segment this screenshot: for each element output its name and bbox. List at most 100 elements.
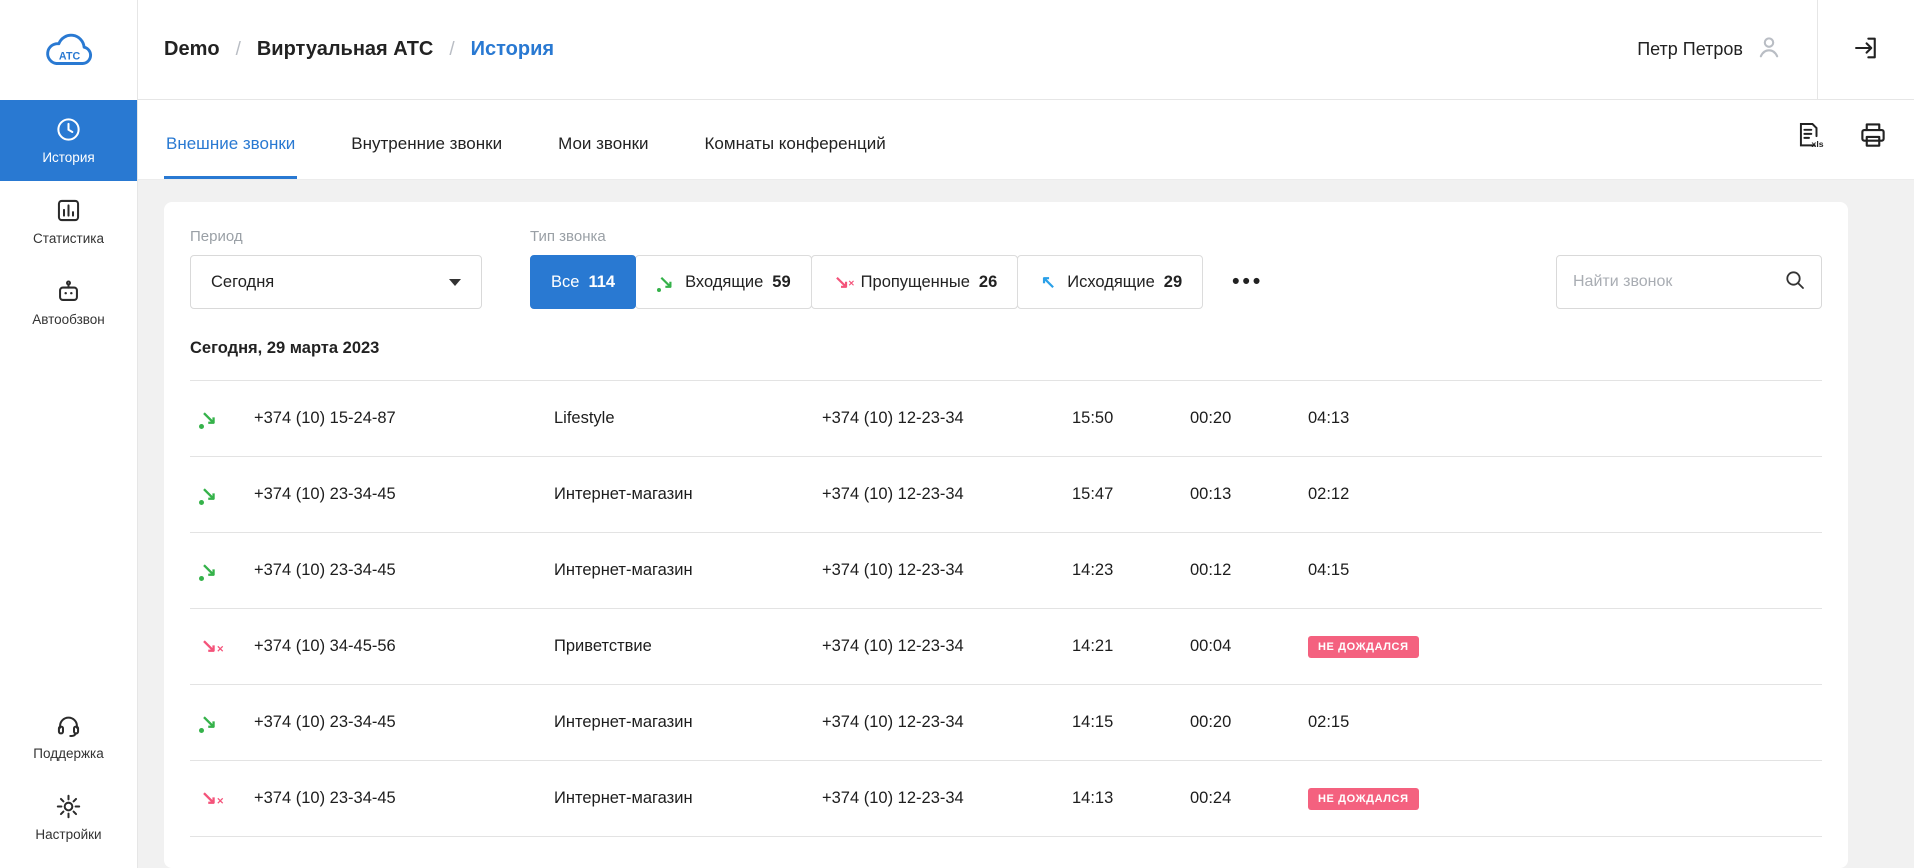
- callee-number: +374 (10) 12-23-34: [822, 637, 964, 655]
- sidebar-item-history[interactable]: История: [0, 100, 137, 181]
- call-row[interactable]: +374 (10) 15-24-87 Lifestyle +374 (10) 12-…: [190, 381, 1822, 457]
- breadcrumb-item-vats[interactable]: Виртуальная АТС: [257, 38, 434, 61]
- tab-conference-rooms[interactable]: Комнаты конференций: [703, 100, 888, 179]
- call-row[interactable]: +374 (10) 23-34-45 Интернет-магазин +374 (…: [190, 761, 1822, 837]
- callee-number: +374 (10) 12-23-34: [822, 713, 964, 731]
- call-row[interactable]: +374 (10) 23-34-45 Интернет-магазин +374 (…: [190, 685, 1822, 761]
- chevron-down-icon: [449, 278, 461, 286]
- date-group-header: Сегодня, 29 марта 2023: [190, 339, 380, 357]
- caller-number: +374 (10) 23-34-45: [254, 561, 396, 579]
- tab-internal-calls[interactable]: Внутренние звонки: [349, 100, 504, 179]
- destination-name: Интернет-магазин: [554, 561, 693, 579]
- filter-count: 114: [588, 272, 616, 291]
- sidebar-item-statistics[interactable]: Статистика: [0, 181, 137, 262]
- calls-table: +374 (10) 15-24-87 Lifestyle +374 (10) 12-…: [190, 380, 1822, 837]
- call-time: 14:13: [1072, 789, 1114, 807]
- caller-number: +374 (10) 23-34-45: [254, 789, 396, 807]
- wait-time: 00:20: [1190, 409, 1232, 427]
- callee-number: +374 (10) 12-23-34: [822, 561, 964, 579]
- export-xls-button[interactable]: xls: [1794, 120, 1824, 153]
- cloud-logo-icon: АТС: [38, 25, 100, 76]
- period-select[interactable]: Сегодня: [190, 255, 482, 309]
- user-avatar-icon: [1755, 33, 1783, 66]
- breadcrumb-item-demo[interactable]: Demo: [164, 38, 220, 61]
- call-direction-icon: [198, 408, 220, 430]
- missed-call-icon: [832, 272, 855, 294]
- user-menu[interactable]: Петр Петров: [1637, 33, 1817, 66]
- call-row[interactable]: +374 (10) 23-34-45 Интернет-магазин +374 (…: [190, 533, 1822, 609]
- search-input[interactable]: [1573, 273, 1783, 291]
- filter-label: Исходящие: [1067, 272, 1155, 291]
- call-row[interactable]: +374 (10) 23-34-45 Интернет-магазин +374 (…: [190, 457, 1822, 533]
- printer-icon: [1858, 120, 1888, 153]
- wait-time: 00:24: [1190, 789, 1232, 807]
- user-name: Петр Петров: [1637, 39, 1743, 59]
- logout-icon: [1852, 34, 1880, 65]
- call-type-buttons: Все 114 Входящие 59 Пропущенные 26 Исходящи…: [530, 255, 1267, 309]
- filter-label: Входящие: [685, 272, 764, 291]
- sidebar-item-label: Статистика: [33, 231, 104, 246]
- wait-time: 00:12: [1190, 561, 1232, 579]
- sidebar-item-settings[interactable]: Настройки: [0, 777, 137, 858]
- sidebar-item-label: Поддержка: [33, 746, 104, 761]
- sidebar-item-autodial[interactable]: Автообзвон: [0, 262, 137, 343]
- gear-icon: [55, 793, 82, 820]
- callee-number: +374 (10) 12-23-34: [822, 789, 964, 807]
- sidebar-item-support[interactable]: Поддержка: [0, 696, 137, 777]
- sidebar: АТС История Статистика Автообзвон Поддер…: [0, 0, 138, 868]
- search-box: [1556, 255, 1822, 309]
- destination-name: Интернет-магазин: [554, 713, 693, 731]
- calls-card: Период Сегодня Тип звонка Все 114 Входящи…: [164, 202, 1848, 868]
- robot-icon: [55, 278, 82, 305]
- bar-chart-icon: [55, 197, 82, 224]
- call-time: 14:15: [1072, 713, 1114, 731]
- call-duration: 02:12: [1308, 485, 1350, 503]
- filter-count: 26: [978, 272, 998, 291]
- call-direction-icon: [198, 712, 220, 734]
- filter-all-button[interactable]: Все 114: [530, 255, 637, 309]
- caller-number: +374 (10) 23-34-45: [254, 713, 396, 731]
- filter-row: Период Сегодня Тип звонка Все 114 Входящи…: [190, 228, 1822, 309]
- breadcrumb-separator: /: [449, 38, 455, 60]
- sidebar-nav-bottom: Поддержка Настройки: [0, 696, 137, 858]
- tab-my-calls[interactable]: Мои звонки: [556, 100, 650, 179]
- tabs-actions: xls: [1794, 120, 1888, 179]
- wait-time: 00:13: [1190, 485, 1232, 503]
- status-badge: не дождался: [1308, 635, 1419, 658]
- filter-count: 59: [772, 272, 791, 291]
- wait-time: 00:20: [1190, 713, 1232, 731]
- app-root: АТС История Статистика Автообзвон Поддер…: [0, 0, 1914, 868]
- header-right: Петр Петров: [1637, 0, 1914, 99]
- app-logo[interactable]: АТС: [0, 0, 137, 100]
- headset-icon: [55, 712, 82, 739]
- tabs: Внешние звонки Внутренние звонки Мои зво…: [164, 100, 888, 179]
- logo-text: АТС: [58, 50, 80, 62]
- logout-button[interactable]: [1818, 0, 1914, 99]
- content-area: Период Сегодня Тип звонка Все 114 Входящи…: [138, 180, 1914, 868]
- filter-label: Все: [551, 272, 580, 291]
- filter-missed-button[interactable]: Пропущенные 26: [810, 255, 1019, 309]
- tab-external-calls[interactable]: Внешние звонки: [164, 100, 298, 179]
- caller-number: +374 (10) 15-24-87: [254, 409, 396, 427]
- filter-incoming-button[interactable]: Входящие 59: [635, 255, 812, 309]
- call-direction-icon: [198, 636, 224, 660]
- print-button[interactable]: [1858, 120, 1888, 153]
- top-header: Demo / Виртуальная АТС / История Петр Пе…: [138, 0, 1914, 100]
- call-duration: 02:15: [1308, 713, 1350, 731]
- incoming-call-icon: [656, 272, 676, 292]
- call-direction-icon: [198, 484, 220, 506]
- sidebar-nav-top: История Статистика Автообзвон: [0, 100, 137, 343]
- caller-number: +374 (10) 23-34-45: [254, 485, 396, 503]
- main-area: Demo / Виртуальная АТС / История Петр Пе…: [138, 0, 1914, 868]
- breadcrumb: Demo / Виртуальная АТС / История: [164, 38, 554, 61]
- period-label: Период: [190, 228, 243, 245]
- filter-label: Пропущенные: [860, 272, 970, 291]
- filter-count: 29: [1163, 272, 1183, 291]
- call-row[interactable]: +374 (10) 34-45-56 Приветствие +374 (10) 1…: [190, 609, 1822, 685]
- search-icon[interactable]: [1783, 268, 1807, 297]
- filter-outgoing-button[interactable]: Исходящие 29: [1017, 255, 1204, 309]
- call-direction-icon: [198, 560, 220, 582]
- clock-icon: [55, 116, 82, 143]
- sidebar-item-label: Автообзвон: [32, 312, 105, 327]
- more-filters-button[interactable]: •••: [1228, 260, 1267, 304]
